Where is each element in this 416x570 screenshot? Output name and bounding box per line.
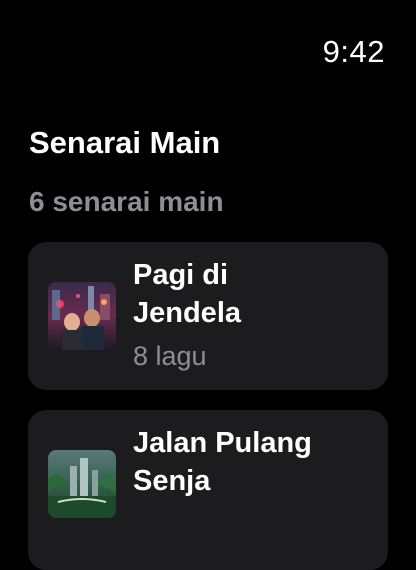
- jungle-city-skyline-artwork: [48, 450, 116, 518]
- playlist-song-count: 8 lagu: [133, 341, 207, 371]
- playlist-count: 6 senarai main: [29, 186, 224, 217]
- city-night-couple-artwork: [48, 282, 116, 350]
- page-title: Senarai Main: [29, 125, 221, 160]
- status-time: 9:42: [322, 34, 385, 69]
- playlist-artwork: [48, 282, 116, 350]
- playlist-card[interactable]: Pagi di Jendela 8 lagu: [28, 242, 388, 390]
- playlist-title: Jalan Pulang Senja: [133, 427, 312, 497]
- playlist-card[interactable]: Jalan Pulang Senja: [28, 410, 388, 570]
- playlist-title: Pagi di Jendela: [133, 259, 241, 329]
- playlist-artwork: [48, 450, 116, 518]
